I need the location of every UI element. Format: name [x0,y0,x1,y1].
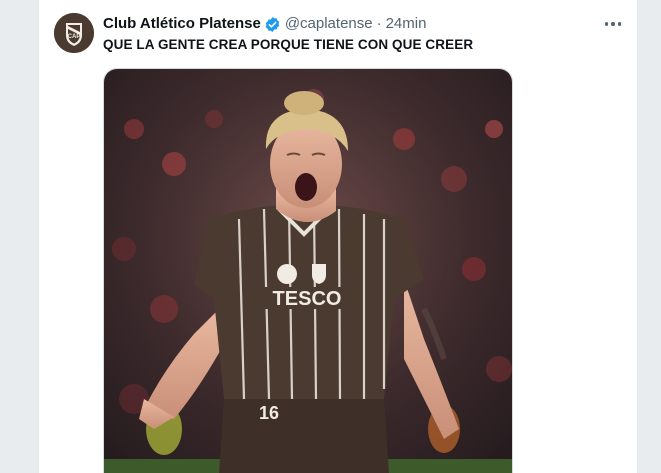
player-celebration-photo: TESCO 16 [104,69,512,473]
timestamp[interactable]: 24min [386,14,427,34]
verified-badge-icon [264,16,281,33]
separator-dot: · [376,15,382,32]
crest-initials: CAP [68,34,81,40]
club-crest-icon: CAP [54,13,94,53]
tweet-header: Club Atlético Platense @caplatense · 24m… [103,14,426,34]
jersey-number: 16 [259,403,279,423]
avatar[interactable]: CAP [54,13,94,53]
author-handle[interactable]: @caplatense [285,14,373,34]
tweet-text: QUE LA GENTE CREA PORQUE TIENE CON QUE C… [103,37,474,52]
tweet-photo[interactable]: TESCO 16 [103,68,513,473]
jersey-sponsor: TESCO [273,288,342,310]
more-options-icon[interactable] [601,12,625,36]
author-name[interactable]: Club Atlético Platense [103,14,261,34]
tweet-card[interactable]: CAP Club Atlético Platense @caplatense ·… [38,0,638,473]
